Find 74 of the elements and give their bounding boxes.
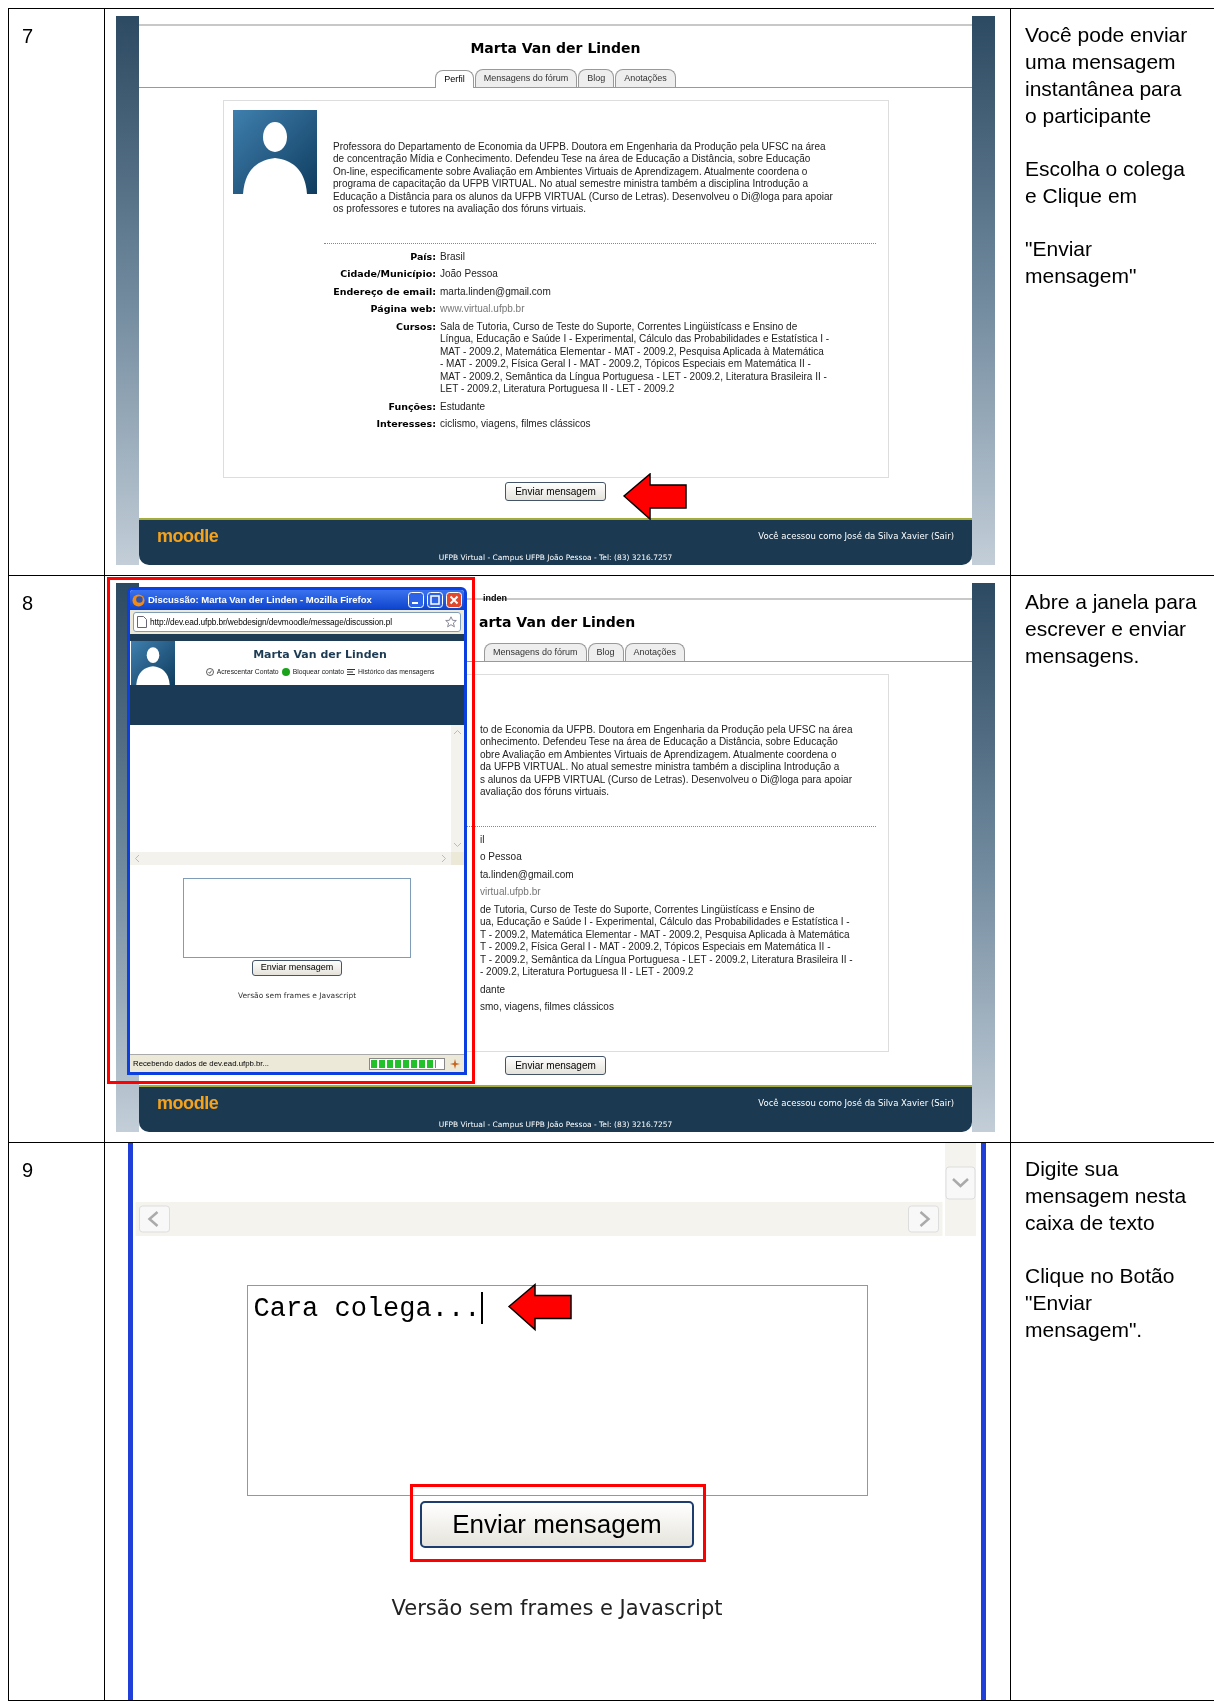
field-value: ciclismo, viagens, filmes clássicos — [440, 418, 591, 431]
window-title: Discussão: Marta Van der Linden - Mozilla Firefox — [148, 592, 373, 607]
profile-tab[interactable]: Mensagens do fórum — [484, 643, 587, 661]
step-number: 7 — [22, 25, 34, 47]
url-text: http://dev.ead.ufpb.br/webdesign/devmoodle/message/discussion.pl — [150, 615, 394, 629]
minimize-button[interactable] — [408, 592, 424, 608]
field-label: Página web: — [370, 303, 436, 316]
maximize-button[interactable] — [427, 592, 443, 608]
send-button[interactable]: Enviar mensagem — [505, 481, 606, 501]
message-field[interactable] — [183, 878, 411, 958]
instruction-text: Abre a janela para escrever e enviar mensagens. — [1025, 589, 1198, 669]
status-dot-icon — [281, 667, 290, 676]
avatar-icon — [233, 109, 317, 194]
field-value: Brasil — [440, 250, 465, 263]
close-button[interactable] — [446, 592, 462, 608]
field-label: Cidade/Município: — [340, 268, 436, 281]
login-info: Você acessou como José da Silva Xavier (Sair) — [758, 1097, 954, 1110]
profile-tab[interactable]: Blog — [587, 643, 624, 661]
add-contact-icon — [205, 667, 214, 676]
pointer-arrow — [623, 473, 687, 520]
message-field[interactable]: Cara colega... — [246, 1285, 868, 1496]
globe-icon — [132, 593, 145, 607]
field-value: de Tutoria, Curso de Teste do Suporte, Correntes Lingüistícass e Ensino de ua, Educação e Saúde I - Experimental, Cálculo das Probabilidades e Estatística I - T - 2009.2, Matemática Elementar - MAT - 2009.2, Pesquisa Aplicada à Matemática T - 2009.2, Física Geral I - MAT - 2009.2, Tópicos Especiais em Matemática II - T - 2009.2, Semântica da Língua Portuguesa - LET - 2009.2, Literatura Brasileira II - - 2009.2, Literatura Portuguesa II - LET - 2009.2 — [480, 903, 853, 979]
login-info: Você acessou como José da Silva Xavier (Sair) — [758, 530, 954, 543]
moodle-logo: moodle — [157, 525, 219, 548]
field-label: Cursos: — [395, 320, 436, 334]
send-button[interactable]: Enviar mensagem — [420, 1501, 694, 1548]
list-icon — [347, 667, 356, 676]
contact-name: Marta Van der Linden — [253, 647, 387, 663]
page-icon — [137, 616, 147, 628]
profile-description: to de Economia da UFPB. Doutora em Engenharia da Produção pela UFSC na área onhecimento. Defendeu Tese na área de Educação a Distância, sobre Educação obre Avaliação em Ambientes Virtuais de Aprendizagem. Atualmente coordena o da UFPB VIRTUAL. No atual semestre ministra também a disciplina Introdução a s alunos da UFPB VIRTUAL (Curso de Letras). Desenvolveu o Di@loga para apoiar avaliação dos fóruns virtuais. — [480, 723, 853, 799]
instruction-text: Clique no Botão "Enviar mensagem". — [1025, 1263, 1176, 1343]
profile-tab[interactable]: Anotações — [624, 643, 686, 661]
profile-description: Professora do Departamento de Economia da UFPB. Doutora em Engenharia da Produção pela UFSC na área de concentração Mídia e Conhecimento. Defendeu Tese na área de Educação a Distância, sobre Educação On-line, especificamente sobre Avaliação em Ambientes Virtuais de Aprendizagem. Atualmente coordena o programa de capacitação da UFPB VIRTUAL. No atual semestre ministra também a disciplina Introdução a Educação a Distância para os alunos da UFPB VIRTUAL (Curso de Letras). Desenvolveu o Di@loga para apoiar os professores e tutores na avaliação dos fóruns virtuais. — [333, 140, 833, 216]
field-value: Sala de Tutoria, Curso de Teste do Suporte, Correntes Lingüistícass e Ensino de Língua, Educação e Saúde I - Experimental, Cálculo das Probabilidades e Estatística I - MAT - 2009.2, Matemática Elementar - MAT - 2009.2, Pesquisa Aplicada à Matemática - MAT - 2009.2, Física Geral I - MAT - 2009.2, Tópicos Especiais em Matemática II - MAT - 2009.2, Semântica da Língua Portuguesa - LET - 2009.2, Literatura Brasileira II - LET - 2009.2, Literatura Portuguesa II - LET - 2009.2 — [440, 320, 830, 396]
instruction-text: Você pode enviar uma mensagem instantânea para o participante — [1025, 22, 1189, 129]
profile-tab[interactable]: Perfil — [435, 70, 474, 88]
step-number: 9 — [22, 1159, 34, 1181]
instruction-text: Escolha o colega e Clique em — [1025, 156, 1186, 209]
vertical-scrollbar[interactable] — [451, 725, 464, 852]
instruction-text: "Enviar mensagem" — [1025, 236, 1138, 289]
field-label: Funções: — [388, 400, 436, 413]
profile-tab[interactable]: Mensagens do fórum — [474, 69, 578, 87]
horizontal-scrollbar[interactable] — [130, 852, 451, 865]
send-button[interactable]: Enviar mensagem — [251, 960, 343, 976]
address-bar[interactable]: http://dev.ead.ufpb.br/webdesign/devmoodle/message/discussion.pl — [133, 612, 461, 632]
field-value: dante — [480, 983, 506, 996]
instruction-text: Digite sua mensagem nesta caixa de texto — [1025, 1156, 1188, 1236]
web-link[interactable]: virtual.ufpb.br — [480, 886, 541, 899]
no-frames-link[interactable]: Versão sem frames e Javascript — [391, 1593, 723, 1625]
field-value: Estudante — [440, 400, 486, 413]
avatar-icon — [130, 641, 176, 685]
moodle-logo: moodle — [157, 1092, 219, 1115]
field-value: smo, viagens, filmes clássicos — [480, 1001, 614, 1014]
field-label: País: — [410, 250, 436, 263]
star-icon[interactable] — [445, 616, 457, 628]
profile-tab[interactable]: Anotações — [615, 69, 676, 87]
field-value: il — [480, 833, 485, 846]
page-title: Marta Van der Linden — [470, 39, 641, 58]
field-label: Endereço de email: — [333, 285, 436, 298]
profile-tab[interactable]: Blog — [578, 69, 615, 87]
field-value: o Pessoa — [480, 851, 522, 864]
field-value: João Pessoa — [440, 268, 498, 281]
text-cursor — [481, 1292, 484, 1324]
web-link[interactable]: www.virtual.ufpb.br — [440, 303, 525, 316]
send-button[interactable]: Enviar mensagem — [505, 1055, 606, 1075]
page-title: arta Van der Linden — [479, 613, 636, 632]
scrollbar-corner — [451, 852, 464, 865]
field-label: Interesses: — [376, 418, 436, 431]
horizontal-scrollbar[interactable] — [133, 1202, 945, 1236]
field-value: marta.linden@gmail.com — [440, 285, 551, 298]
step-number: 8 — [22, 592, 34, 614]
field-value: ta.linden@gmail.com — [480, 868, 574, 881]
window-title: inden — [483, 593, 507, 603]
